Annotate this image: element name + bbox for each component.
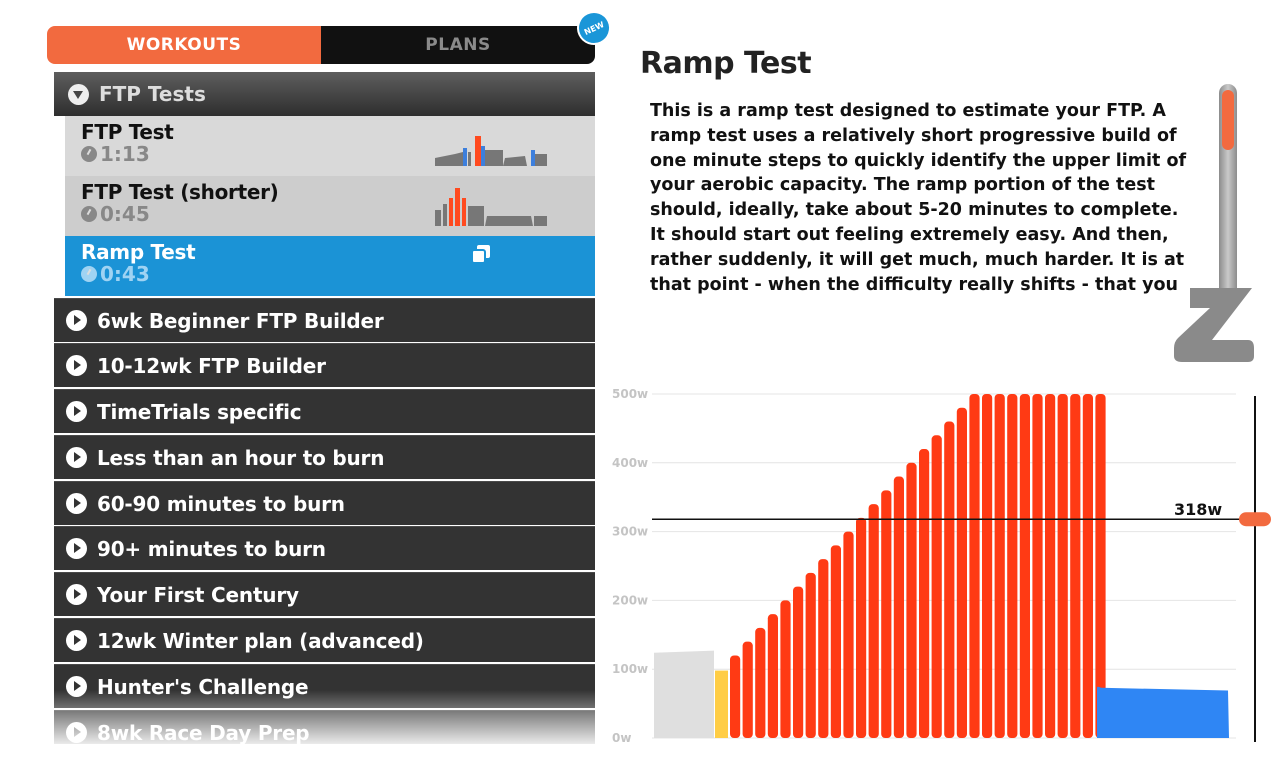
tab-workouts[interactable]: WORKOUTS	[47, 26, 321, 64]
expand-arrow-icon	[66, 630, 87, 651]
zwift-z-logo-icon	[1174, 288, 1254, 362]
bar-ramp-step	[868, 504, 879, 738]
category-hunters-challenge[interactable]: Hunter's Challenge	[54, 664, 595, 708]
y-tick-label: 500w	[612, 387, 648, 401]
workout-duration: 0:43	[81, 262, 595, 286]
stopwatch-icon	[81, 206, 97, 222]
expand-arrow-icon	[66, 401, 87, 422]
bar-ramp-step	[906, 462, 917, 738]
expand-arrow-icon	[66, 722, 87, 743]
category-label: 90+ minutes to burn	[97, 536, 326, 561]
bar-ramp-step	[755, 627, 766, 738]
bar-ramp-step	[730, 655, 741, 738]
category-your-first-century[interactable]: Your First Century	[54, 572, 595, 616]
ftp-slider-handle[interactable]	[1239, 512, 1271, 527]
bar-ramp-step	[830, 545, 841, 738]
bar-ramp-step	[843, 531, 854, 738]
bar-ramp-step	[1045, 394, 1056, 738]
workout-profile-thumbnail	[435, 188, 547, 226]
workout-name: Ramp Test	[81, 240, 196, 264]
category-label: Less than an hour to burn	[97, 445, 385, 470]
category-60-90-minutes[interactable]: 60-90 minutes to burn	[54, 481, 595, 525]
expand-arrow-icon	[66, 447, 87, 468]
category-label: 8wk Race Day Prep	[97, 720, 310, 745]
y-tick-label: 100w	[612, 662, 648, 676]
category-12wk-winter-plan[interactable]: 12wk Winter plan (advanced)	[54, 618, 595, 662]
bar-ramp-step	[1057, 394, 1068, 738]
tab-plans[interactable]: PLANS	[321, 26, 595, 64]
workout-item-ftp-test[interactable]: FTP Test 1:13	[65, 116, 595, 176]
bar-ramp-step	[1095, 394, 1106, 738]
bar-ramp-step	[944, 421, 955, 738]
copy-workout-icon[interactable]	[471, 244, 491, 264]
stopwatch-icon	[81, 266, 97, 282]
group-label: FTP Tests	[99, 82, 206, 106]
category-label: 12wk Winter plan (advanced)	[97, 628, 424, 653]
category-timetrials-specific[interactable]: TimeTrials specific	[54, 389, 595, 433]
y-tick-label: 400w	[612, 456, 648, 470]
category-90-plus-minutes[interactable]: 90+ minutes to burn	[54, 526, 595, 570]
workout-list[interactable]: FTP Tests FTP Test 1:13 FTP Test (shorte…	[47, 72, 600, 744]
ftp-value-label: 318w	[1174, 500, 1222, 519]
bar-ramp-step	[1070, 394, 1081, 738]
category-8wk-race-day-prep[interactable]: 8wk Race Day Prep	[54, 710, 595, 744]
expand-arrow-icon	[66, 493, 87, 514]
bar-ramp-step	[767, 614, 778, 738]
category-label: TimeTrials specific	[97, 399, 302, 424]
bar-ramp-step	[969, 394, 980, 738]
workout-title: Ramp Test	[640, 46, 812, 81]
bar-ramp-step	[881, 490, 892, 738]
category-label: 6wk Beginner FTP Builder	[97, 308, 384, 333]
bar-ramp-step	[956, 407, 967, 738]
tab-bar: WORKOUTS PLANS	[47, 26, 595, 64]
bar-ramp-step	[780, 600, 791, 738]
category-6wk-beginner-ftp-builder[interactable]: 6wk Beginner FTP Builder	[54, 298, 595, 342]
bar-ramp-step	[793, 586, 804, 738]
bar-ramp-step	[893, 476, 904, 738]
y-tick-label: 0w	[612, 731, 631, 745]
category-label: 10-12wk FTP Builder	[97, 353, 326, 378]
category-label: Your First Century	[97, 582, 299, 607]
bar-ramp-step	[994, 394, 1005, 738]
y-tick-label: 300w	[612, 525, 648, 539]
workout-description: This is a ramp test designed to estimate…	[650, 101, 1187, 295]
workout-power-chart: 0w 100w 200w 300w 400w 500w 318w	[612, 387, 1271, 745]
expand-arrow-icon	[66, 584, 87, 605]
expand-arrow-icon	[66, 676, 87, 697]
workout-profile-thumbnail	[435, 136, 547, 166]
collapse-triangle-icon	[68, 83, 89, 105]
description-scroll-thumb[interactable]	[1222, 90, 1234, 150]
bar-ramp-step	[919, 449, 930, 738]
bar-ramp-step	[818, 559, 829, 738]
bar-cooldown	[1097, 686, 1229, 738]
bar-ramp-step	[805, 572, 816, 738]
category-less-than-an-hour[interactable]: Less than an hour to burn	[54, 435, 595, 479]
workout-item-ftp-test-shorter[interactable]: FTP Test (shorter) 0:45	[65, 176, 595, 236]
bar-ramp-step	[931, 435, 942, 738]
y-tick-label: 200w	[612, 593, 648, 607]
bar-ramp-step	[1082, 394, 1093, 738]
category-label: 60-90 minutes to burn	[97, 491, 345, 516]
category-10-12wk-ftp-builder[interactable]: 10-12wk FTP Builder	[54, 343, 595, 387]
bar-ramp-step	[1019, 394, 1030, 738]
bar-ramp-step	[742, 641, 753, 738]
bar-ramp-step	[856, 517, 867, 738]
category-label: Hunter's Challenge	[97, 674, 309, 699]
expand-arrow-icon	[66, 538, 87, 559]
bar-ramp-step	[982, 394, 993, 738]
expand-arrow-icon	[66, 355, 87, 376]
expand-arrow-icon	[66, 310, 87, 331]
bar-ramp-step	[1032, 394, 1043, 738]
group-header-ftp-tests[interactable]: FTP Tests	[54, 72, 595, 116]
workout-item-ramp-test[interactable]: Ramp Test 0:43	[65, 236, 595, 296]
bar-ramp-step	[1007, 394, 1018, 738]
bar-warmup	[654, 650, 714, 738]
stopwatch-icon	[81, 146, 97, 162]
bar-interval	[715, 670, 728, 738]
